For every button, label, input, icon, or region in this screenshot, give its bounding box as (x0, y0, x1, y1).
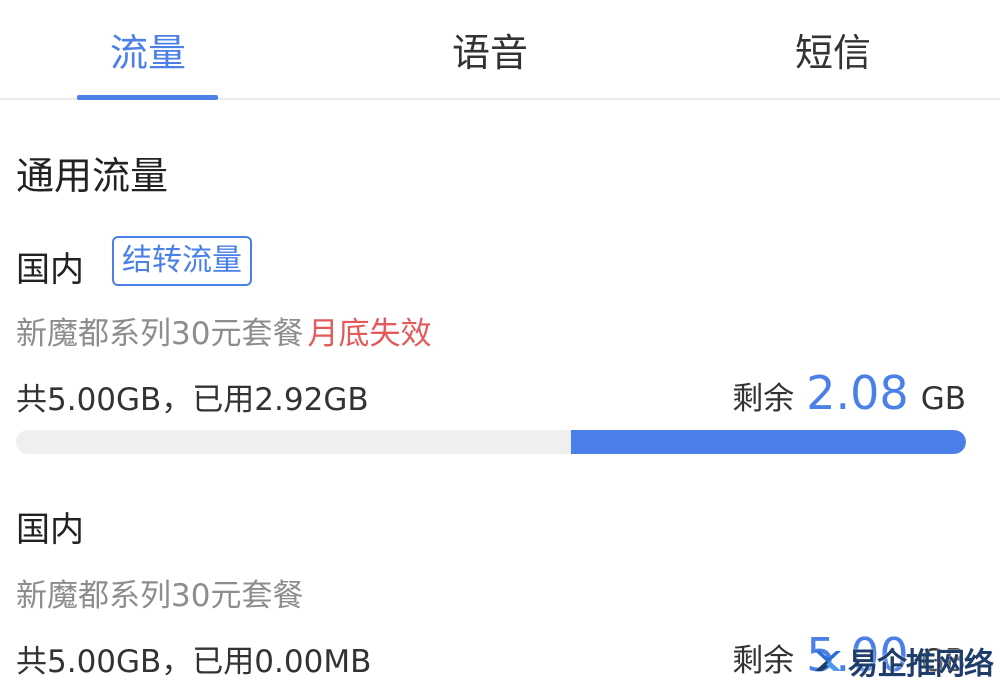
watermark: 易企推网络 (812, 638, 1000, 684)
usage-summary: 共5.00GB，已用2.92GB (16, 382, 369, 418)
expiry-notice: 月底失效 (307, 316, 432, 352)
tab-voice[interactable]: 语音 (390, 22, 590, 77)
remaining-label: 剩余 (732, 643, 795, 679)
remaining-amount: 剩余 2.08 GB (732, 366, 966, 420)
logo-icon (815, 651, 841, 671)
remaining-unit: GB (920, 381, 966, 417)
usage-summary: 共5.00GB，已用0.00MB (16, 644, 372, 680)
active-tab-indicator (77, 95, 218, 100)
usage-progress-bar (16, 430, 966, 454)
package-plan-name: 新魔都系列30元套餐 月底失效 (16, 308, 431, 353)
section-title: 通用流量 (16, 154, 169, 198)
package-region: 国内 (16, 510, 84, 550)
rollover-badge: 结转流量 (112, 236, 252, 286)
plan-name-text: 新魔都系列30元套餐 (16, 316, 304, 352)
tab-data[interactable]: 流量 (48, 22, 248, 77)
tab-sms[interactable]: 短信 (733, 22, 933, 77)
remaining-value: 2.08 (806, 366, 909, 420)
usage-progress-fill (570, 430, 966, 454)
package-region: 国内 (16, 250, 84, 290)
remaining-label: 剩余 (732, 381, 795, 417)
tab-bar: 流量 语音 短信 (0, 0, 1000, 100)
package-plan-name: 新魔都系列30元套餐 (16, 578, 304, 614)
watermark-text: 易企推网络 (848, 647, 994, 682)
